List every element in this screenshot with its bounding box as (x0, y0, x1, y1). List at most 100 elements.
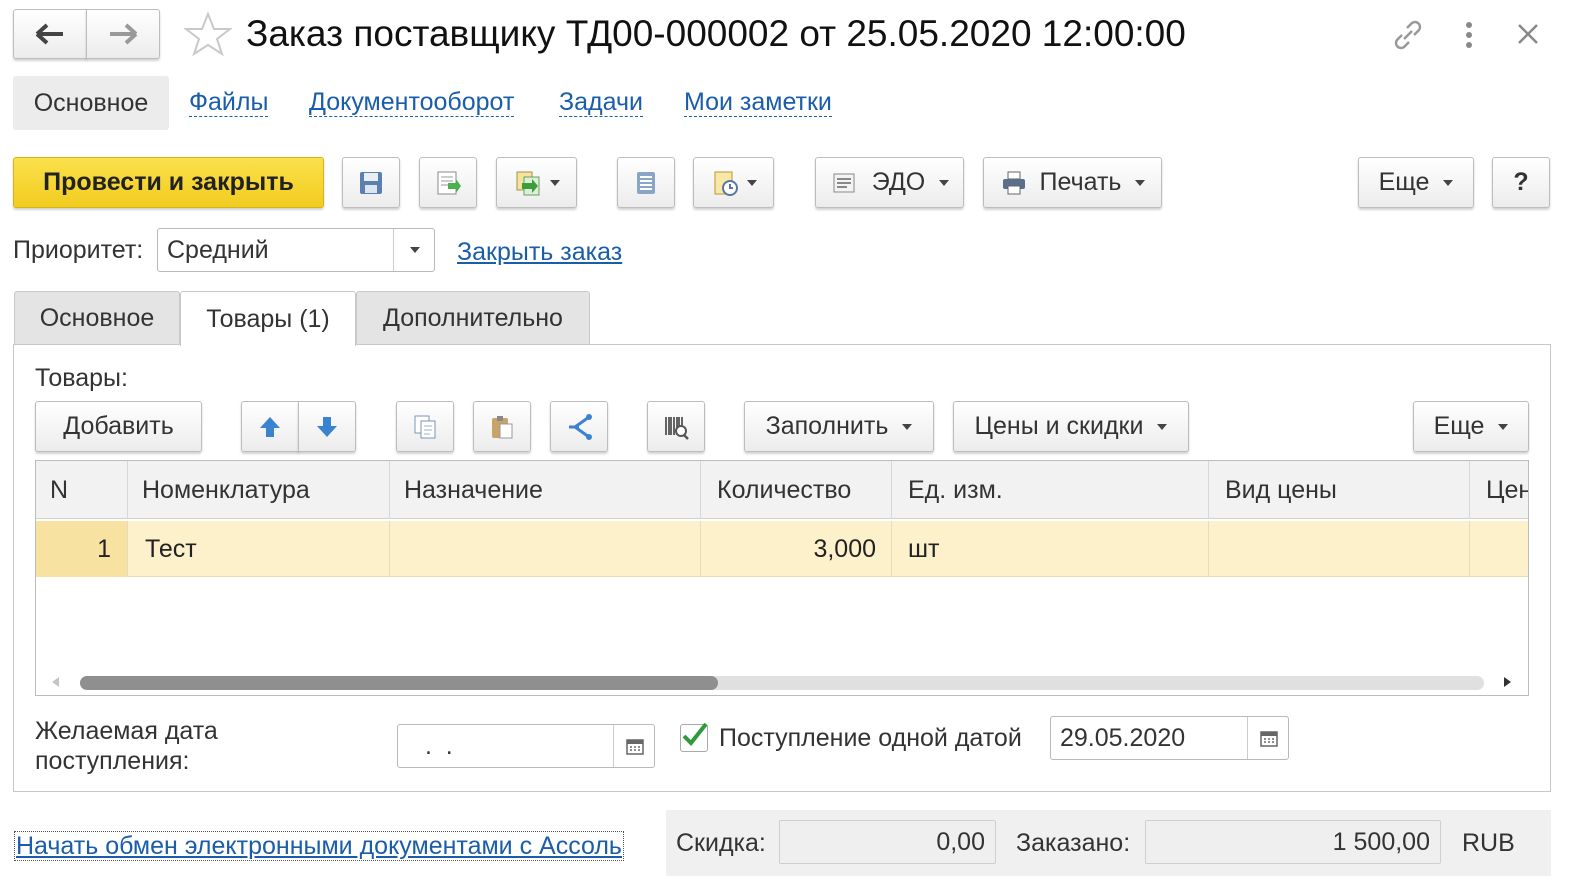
printer-icon (1002, 171, 1025, 194)
priority-label: Приоритет: (13, 236, 144, 264)
edo-button[interactable]: ЭДО (815, 157, 964, 208)
tab-additional[interactable]: Дополнительно (356, 291, 590, 344)
arrow-down-icon (317, 416, 337, 437)
scroll-right-icon[interactable] (1503, 676, 1513, 688)
nav-tab-tasks[interactable]: Задачи (559, 88, 643, 117)
table-row[interactable]: 1 Тест 3,000 шт (36, 521, 1528, 577)
post-button[interactable] (419, 157, 477, 208)
edo-exchange-link[interactable]: Начать обмен электронными документами с … (14, 831, 624, 861)
ordered-field: 1 500,00 (1145, 820, 1441, 864)
add-label: Добавить (63, 412, 174, 440)
goods-more-button[interactable]: Еще (1413, 401, 1529, 452)
calendar-icon (1259, 731, 1278, 747)
save-button[interactable] (342, 157, 400, 208)
column-header-item[interactable]: Номенклатура (128, 461, 390, 519)
single-date-calendar-button[interactable] (1247, 717, 1289, 759)
split-button[interactable] (550, 401, 608, 452)
more-label: Еще (1378, 168, 1430, 196)
ordered-label: Заказано: (1016, 829, 1131, 857)
attachments-button[interactable] (693, 157, 774, 208)
nav-tab-docflow[interactable]: Документооборот (309, 88, 515, 117)
priority-select[interactable]: Средний (157, 228, 435, 272)
move-up-button[interactable] (241, 401, 299, 452)
cell-quantity[interactable]: 3,000 (701, 521, 892, 577)
cell-n: 1 (36, 521, 128, 577)
column-header-unit[interactable]: Ед. изм. (892, 461, 1209, 519)
star-icon[interactable] (184, 11, 232, 57)
tab-main[interactable]: Основное (14, 291, 180, 344)
calendar-icon (625, 739, 644, 755)
nav-tab-files[interactable]: Файлы (189, 88, 269, 117)
desired-date-calendar-button[interactable] (613, 725, 655, 767)
page-title: Заказ поставщику ТД00-000002 от 25.05.20… (246, 13, 1186, 54)
cell-item[interactable]: Тест (128, 521, 390, 577)
prices-discounts-button[interactable]: Цены и скидки (953, 401, 1189, 452)
chevron-down-icon (549, 179, 560, 186)
cell-price[interactable] (1470, 521, 1528, 577)
column-header-price[interactable]: Цен (1470, 461, 1528, 519)
discount-label: Скидка: (676, 829, 766, 857)
fill-label: Заполнить (765, 412, 889, 440)
single-date-field[interactable]: 29.05.2020 (1050, 716, 1289, 760)
tab-goods[interactable]: Товары (1) (180, 291, 356, 346)
priority-value: Средний (167, 236, 269, 264)
close-order-link[interactable]: Закрыть заказ (457, 238, 622, 266)
desired-date-label: Желаемая дата поступления: (35, 716, 218, 776)
goods-table: N Номенклатура Назначение Количество Ед.… (35, 460, 1529, 696)
cell-unit[interactable]: шт (892, 521, 1209, 577)
discount-field: 0,00 (779, 820, 996, 864)
prices-discounts-label: Цены и скидки (974, 412, 1144, 440)
more-vertical-icon[interactable] (1458, 20, 1480, 50)
table-header: N Номенклатура Назначение Количество Ед.… (36, 461, 1528, 519)
nav-tab-main[interactable]: Основное (13, 76, 169, 130)
help-button[interactable]: ? (1492, 157, 1550, 208)
barcode-search-icon (665, 416, 689, 440)
desired-date-value: . . (418, 732, 460, 760)
cell-purpose[interactable] (390, 521, 701, 577)
chevron-down-icon (1443, 179, 1454, 186)
scrollbar-thumb[interactable] (80, 676, 718, 690)
copy-icon (414, 415, 436, 438)
fill-button[interactable]: Заполнить (744, 401, 934, 452)
single-date-checkbox[interactable] (680, 722, 708, 752)
move-down-button[interactable] (298, 401, 356, 452)
edo-icon (833, 173, 855, 192)
horizontal-scrollbar[interactable] (36, 667, 1528, 695)
arrow-left-icon (35, 23, 63, 45)
structure-button[interactable] (617, 157, 675, 208)
close-icon[interactable] (1515, 21, 1541, 47)
chevron-down-icon (1157, 423, 1168, 430)
post-and-close-button[interactable]: Провести и закрыть (13, 157, 324, 208)
chevron-down-icon (1135, 179, 1146, 186)
column-header-purpose[interactable]: Назначение (390, 461, 701, 519)
barcode-search-button[interactable] (647, 401, 705, 452)
print-button[interactable]: Печать (983, 157, 1162, 208)
desired-date-field[interactable]: . . (397, 724, 655, 768)
column-header-quantity[interactable]: Количество (701, 461, 892, 519)
single-date-label[interactable]: Поступление одной датой (719, 724, 1022, 752)
link-icon[interactable] (1390, 17, 1426, 53)
scroll-left-icon[interactable] (50, 676, 60, 688)
nav-tab-notes[interactable]: Мои заметки (684, 88, 832, 117)
priority-dropdown-button[interactable] (393, 229, 435, 271)
create-based-on-icon (516, 171, 539, 195)
column-header-price-type[interactable]: Вид цены (1209, 461, 1470, 519)
back-button[interactable] (13, 9, 87, 59)
nav-tab-main-label: Основное (33, 88, 149, 117)
cell-price-type[interactable] (1209, 521, 1470, 577)
add-button[interactable]: Добавить (35, 401, 202, 452)
column-header-n[interactable]: N (36, 461, 128, 519)
paste-button[interactable] (473, 401, 531, 452)
goods-label: Товары: (35, 364, 128, 392)
post-and-close-label: Провести и закрыть (43, 168, 294, 196)
arrow-right-icon (110, 23, 138, 45)
split-icon (569, 413, 592, 440)
copy-button[interactable] (396, 401, 454, 452)
help-label: ? (1513, 168, 1529, 196)
chevron-down-icon (939, 179, 950, 186)
create-based-on-button[interactable] (496, 157, 577, 208)
chevron-down-icon (1498, 423, 1509, 430)
chevron-down-icon (409, 247, 420, 253)
more-button[interactable]: Еще (1358, 157, 1474, 208)
forward-button[interactable] (86, 9, 160, 59)
